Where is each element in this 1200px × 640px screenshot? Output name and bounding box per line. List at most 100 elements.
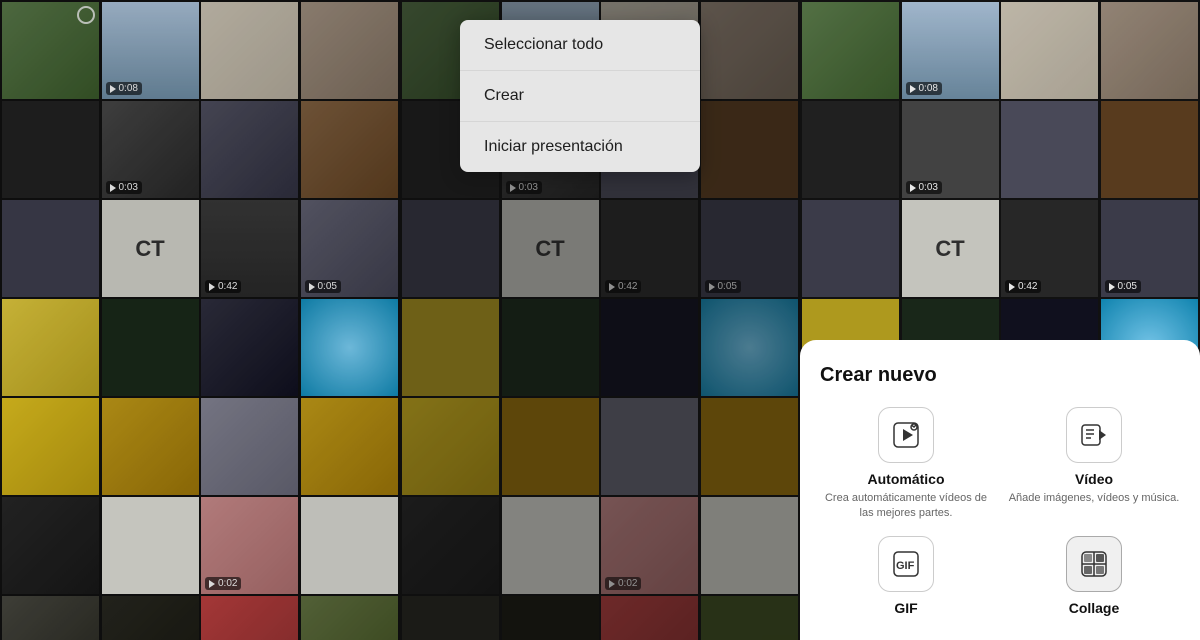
photo-cell[interactable] bbox=[502, 398, 599, 495]
photo-cell[interactable] bbox=[502, 497, 599, 594]
video-option-title: Vídeo bbox=[1075, 471, 1113, 487]
photo-cell[interactable]: 0:42 bbox=[601, 200, 698, 297]
photo-cell-ct[interactable]: CT bbox=[102, 200, 199, 297]
dropdown-item-create[interactable]: Crear bbox=[460, 71, 700, 122]
photo-cell-mouse[interactable] bbox=[402, 497, 499, 594]
photo-cell[interactable] bbox=[701, 596, 798, 640]
photo-cell[interactable] bbox=[2, 200, 99, 297]
photo-cell[interactable] bbox=[402, 200, 499, 297]
collage-icon bbox=[1079, 549, 1109, 579]
photo-cell[interactable] bbox=[402, 299, 499, 396]
panel-left: 0:08 0:03 CT 0:42 0:0 bbox=[0, 0, 400, 640]
collage-option-title: Collage bbox=[1069, 600, 1120, 616]
photo-cell[interactable] bbox=[802, 101, 899, 198]
photo-cell[interactable] bbox=[201, 299, 298, 396]
photo-cell[interactable] bbox=[701, 497, 798, 594]
photo-cell[interactable] bbox=[301, 398, 398, 495]
ct-label: CT bbox=[135, 236, 164, 262]
video-duration-badge: 0:03 bbox=[106, 181, 142, 194]
auto-option-desc: Crea automáticamente vídeos de las mejor… bbox=[820, 491, 992, 520]
svg-text:GIF: GIF bbox=[896, 560, 915, 572]
photo-cell-bluelight[interactable] bbox=[301, 299, 398, 396]
create-option-gif[interactable]: GIF GIF bbox=[820, 536, 992, 620]
photo-cell[interactable]: 0:03 bbox=[102, 101, 199, 198]
select-checkbox[interactable] bbox=[77, 6, 95, 24]
photo-cell-ct[interactable]: CT bbox=[902, 200, 999, 297]
photo-cell[interactable] bbox=[1001, 101, 1098, 198]
play-icon bbox=[1109, 283, 1115, 291]
photo-cell[interactable] bbox=[601, 398, 698, 495]
photo-cell[interactable] bbox=[802, 200, 899, 297]
create-option-automatico[interactable]: Automático Crea automáticamente vídeos d… bbox=[820, 407, 992, 520]
photo-cell[interactable]: 0:05 bbox=[301, 200, 398, 297]
photo-cell-bluelight[interactable] bbox=[701, 299, 798, 396]
auto-icon bbox=[891, 420, 921, 450]
photo-cell[interactable]: 0:05 bbox=[1101, 200, 1198, 297]
photo-cell[interactable]: 0:03 bbox=[902, 101, 999, 198]
photo-cell[interactable] bbox=[2, 596, 99, 640]
panel-middle: 0:08 0:03 CT 0:42 0:05 bbox=[400, 0, 800, 640]
photo-cell-keyboard[interactable] bbox=[2, 398, 99, 495]
photo-cell[interactable] bbox=[1101, 2, 1198, 99]
photo-grid-right: 0:08 0:03 CT 0:42 0:05 bbox=[800, 0, 1200, 398]
photo-cell[interactable] bbox=[701, 101, 798, 198]
photo-cell[interactable] bbox=[402, 596, 499, 640]
auto-option-icon bbox=[878, 407, 934, 463]
photo-cell[interactable] bbox=[701, 2, 798, 99]
play-icon bbox=[110, 184, 116, 192]
video-duration-badge: 0:42 bbox=[605, 280, 641, 293]
photo-cell[interactable] bbox=[1001, 2, 1098, 99]
photo-cell[interactable] bbox=[701, 398, 798, 495]
photo-cell[interactable]: 0:42 bbox=[1001, 200, 1098, 297]
create-options-grid: Automático Crea automáticamente vídeos d… bbox=[820, 407, 1180, 620]
create-option-collage[interactable]: Collage bbox=[1008, 536, 1180, 620]
photo-cell-wordle[interactable] bbox=[502, 299, 599, 396]
photo-cell[interactable] bbox=[802, 2, 899, 99]
photo-cell[interactable] bbox=[301, 596, 398, 640]
photo-cell-mouse[interactable] bbox=[2, 497, 99, 594]
photo-cell[interactable] bbox=[201, 398, 298, 495]
photo-cell-female[interactable]: 0:02 bbox=[201, 497, 298, 594]
ct-label: CT bbox=[535, 236, 564, 262]
play-icon bbox=[910, 85, 916, 93]
photo-cell[interactable]: 0:08 bbox=[902, 2, 999, 99]
ct-label: CT bbox=[935, 236, 964, 262]
photo-cell[interactable] bbox=[601, 299, 698, 396]
photo-cell[interactable] bbox=[201, 2, 298, 99]
dropdown-item-select-all[interactable]: Seleccionar todo bbox=[460, 20, 700, 71]
photo-cell-keyboard[interactable] bbox=[402, 398, 499, 495]
video-duration-badge: 0:08 bbox=[106, 82, 142, 95]
video-duration-badge: 0:02 bbox=[205, 577, 241, 590]
photo-cell-meat[interactable] bbox=[201, 596, 298, 640]
photo-cell[interactable] bbox=[301, 101, 398, 198]
play-icon bbox=[910, 184, 916, 192]
dropdown-item-start-presentation[interactable]: Iniciar presentación bbox=[460, 122, 700, 172]
photo-cell-spreadsheet2[interactable] bbox=[301, 497, 398, 594]
photo-cell[interactable] bbox=[2, 2, 99, 99]
photo-cell[interactable] bbox=[201, 101, 298, 198]
create-option-video[interactable]: Vídeo Añade imágenes, vídeos y música. bbox=[1008, 407, 1180, 520]
photo-cell[interactable]: 0:42 bbox=[201, 200, 298, 297]
panel-right: 0:08 0:03 CT 0:42 0:05 bbox=[800, 0, 1200, 640]
photo-cell[interactable] bbox=[1101, 101, 1198, 198]
play-icon bbox=[709, 283, 715, 291]
photo-cell[interactable] bbox=[502, 596, 599, 640]
photo-cell[interactable] bbox=[301, 2, 398, 99]
photo-cell[interactable]: 0:08 bbox=[102, 2, 199, 99]
auto-option-title: Automático bbox=[868, 471, 945, 487]
video-duration-badge: 0:05 bbox=[705, 280, 741, 293]
photo-cell[interactable] bbox=[2, 101, 99, 198]
photo-cell-meat[interactable] bbox=[601, 596, 698, 640]
photo-cell-wordle[interactable] bbox=[102, 299, 199, 396]
photo-cell[interactable] bbox=[102, 398, 199, 495]
play-icon bbox=[1009, 283, 1015, 291]
photo-cell[interactable]: 0:05 bbox=[701, 200, 798, 297]
video-duration-badge: 0:05 bbox=[1105, 280, 1141, 293]
photo-cell-ct[interactable]: CT bbox=[502, 200, 599, 297]
video-duration-badge: 0:05 bbox=[305, 280, 341, 293]
photo-cell[interactable] bbox=[2, 299, 99, 396]
gif-icon: GIF bbox=[891, 549, 921, 579]
photo-cell-female[interactable]: 0:02 bbox=[601, 497, 698, 594]
photo-cell-spreadsheet[interactable] bbox=[102, 497, 199, 594]
photo-cell[interactable] bbox=[102, 596, 199, 640]
